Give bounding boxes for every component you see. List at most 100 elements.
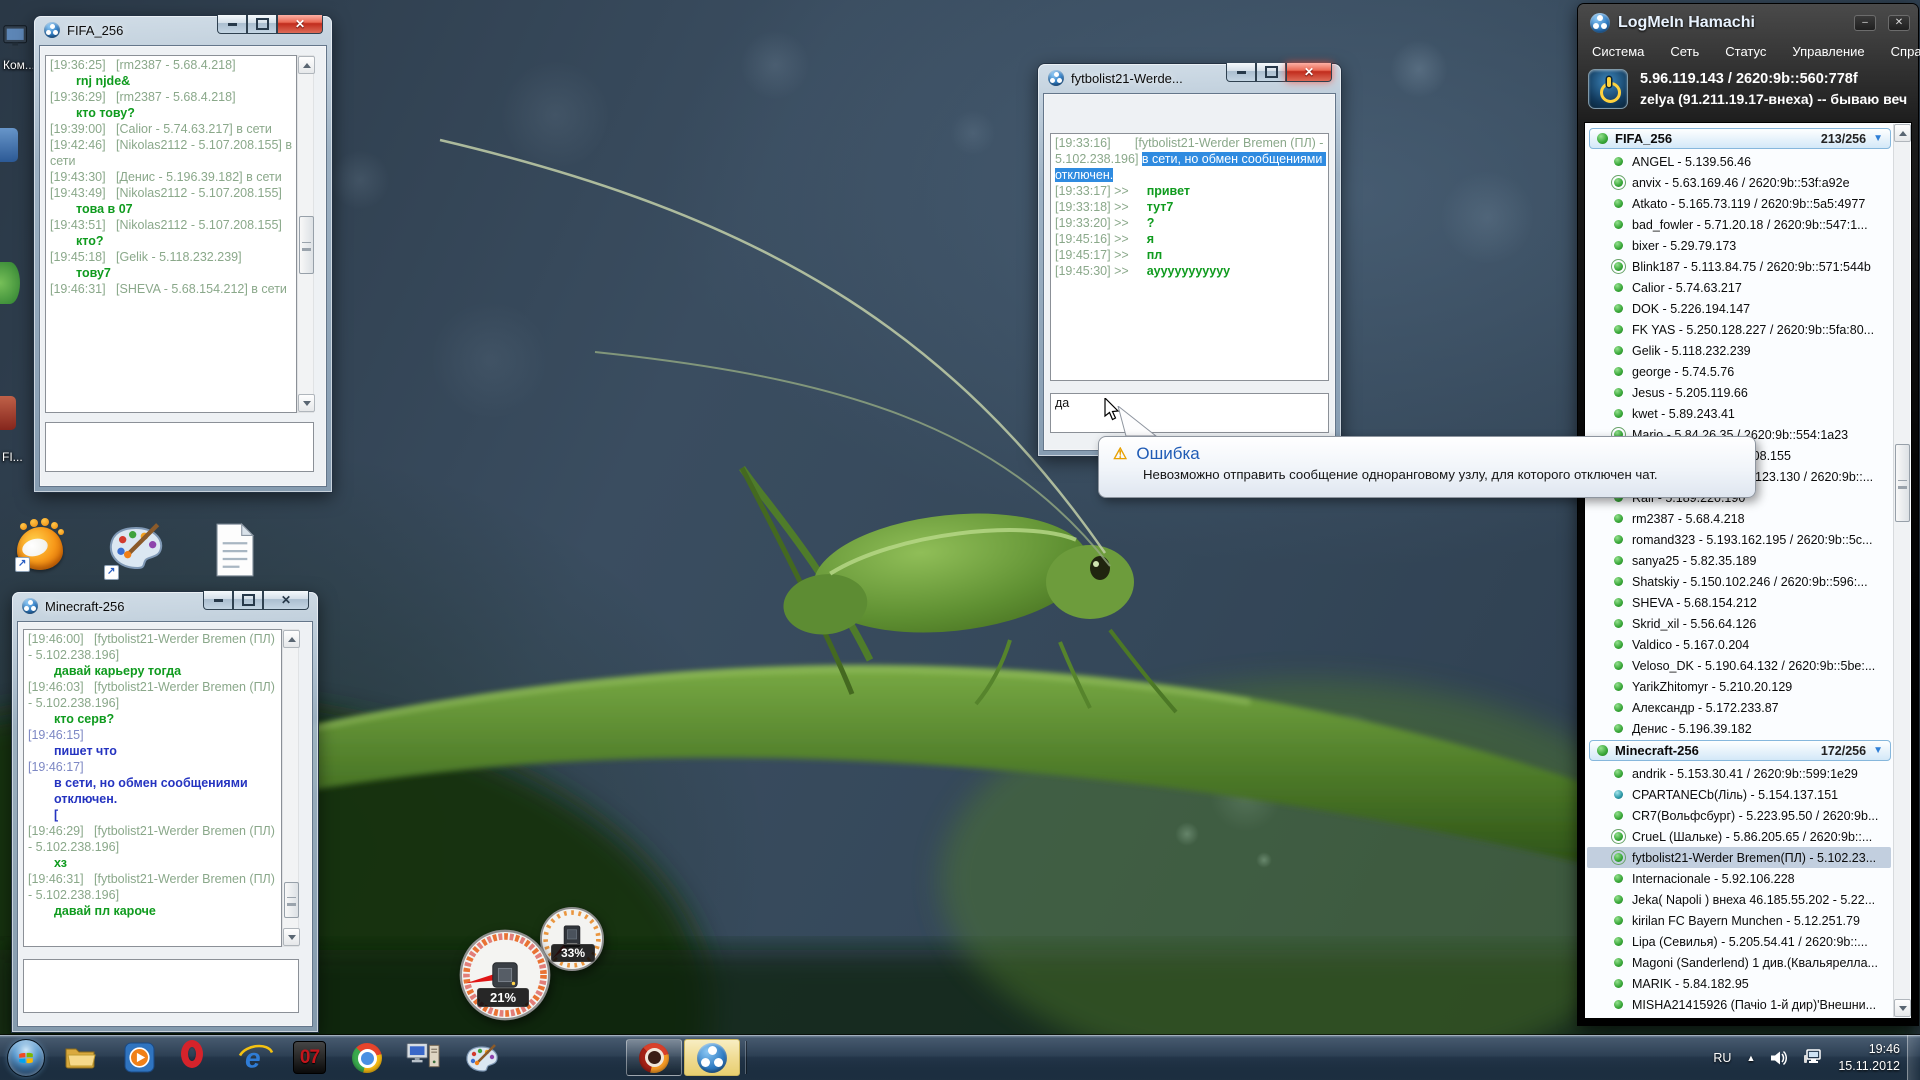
hamachi-minimize-button[interactable]: – bbox=[1854, 15, 1876, 31]
member-row[interactable]: andrik - 5.153.30.41 / 2620:9b::599:1e29 bbox=[1587, 763, 1891, 784]
member-row[interactable]: Blink187 - 5.113.84.75 / 2620:9b::571:54… bbox=[1587, 256, 1891, 277]
member-row[interactable]: Shatskiy - 5.150.102.246 / 2620:9b::596:… bbox=[1587, 571, 1891, 592]
taskbar-explorer-button[interactable] bbox=[64, 1042, 98, 1072]
minimize-button[interactable] bbox=[1226, 63, 1256, 82]
member-row[interactable]: CrueL (Шальке) - 5.86.205.65 / 2620:9b::… bbox=[1587, 826, 1891, 847]
chat-message: [19:46:15]пишет что bbox=[28, 727, 277, 759]
hamachi-close-button[interactable]: ✕ bbox=[1888, 15, 1910, 31]
member-row[interactable]: Gelik - 5.118.232.239 bbox=[1587, 340, 1891, 361]
minimize-button[interactable] bbox=[217, 15, 247, 34]
window-minecraft-chat[interactable]: Minecraft-256 ✕ [19:46:00] [fytbolist21-… bbox=[12, 592, 318, 1032]
member-row[interactable]: kirilan FC Bayern Munchen - 5.12.251.79 bbox=[1587, 910, 1891, 931]
hamachi-list-scrollbar[interactable] bbox=[1893, 124, 1910, 1017]
member-row[interactable]: CPARTANECb(Лiль) - 5.154.137.151 bbox=[1587, 784, 1891, 805]
computer-desktop-icon[interactable] bbox=[2, 22, 36, 61]
minecraft-chat-log[interactable]: [19:46:00] [fytbolist21-Werder Bremen (П… bbox=[23, 629, 282, 947]
member-row[interactable]: Magoni (Sanderlend) 1 див.(Квальярелла..… bbox=[1587, 952, 1891, 973]
member-row[interactable]: Internacionale - 5.92.106.228 bbox=[1587, 868, 1891, 889]
window-hamachi[interactable]: LogMeIn Hamachi – ✕ Система Сеть Статус Упр… bbox=[1578, 4, 1918, 1025]
partial-desktop-icon[interactable] bbox=[0, 262, 20, 304]
fifa-chat-scrollbar[interactable] bbox=[297, 55, 314, 413]
notepad-desktop-icon[interactable] bbox=[212, 522, 258, 583]
member-row[interactable]: MARIK - 5.84.182.95 bbox=[1587, 973, 1891, 994]
member-row[interactable]: FK YAS - 5.250.128.227 / 2620:9b::5fa:80… bbox=[1587, 319, 1891, 340]
member-row[interactable]: bad_fowler - 5.71.20.18 / 2620:9b::547:1… bbox=[1587, 214, 1891, 235]
network-header[interactable]: Minecraft-256172/256▼ bbox=[1589, 740, 1891, 761]
menu-item[interactable]: Система bbox=[1592, 44, 1644, 59]
taskbar-computer-button[interactable] bbox=[406, 1041, 441, 1073]
minecraft-message-input[interactable] bbox=[23, 959, 299, 1013]
member-row[interactable]: george - 5.74.5.76 bbox=[1587, 361, 1891, 382]
member-row[interactable]: Veloso_DK - 5.190.64.132 / 2620:9b::5be:… bbox=[1587, 655, 1891, 676]
taskbar-internet-explorer-button[interactable]: e bbox=[238, 1042, 274, 1073]
network-icon[interactable] bbox=[1803, 1049, 1823, 1066]
menu-item[interactable]: Справка bbox=[1891, 44, 1920, 59]
language-indicator[interactable]: RU bbox=[1713, 1051, 1731, 1065]
member-row[interactable]: ANGEL - 5.139.56.46 bbox=[1587, 151, 1891, 172]
member-row[interactable]: fytbolist21-Werder Bremen(ПЛ) - 5.102.23… bbox=[1587, 847, 1891, 868]
peer-status-icon bbox=[1611, 955, 1626, 970]
taskbar-chromium-red-button[interactable] bbox=[626, 1039, 682, 1076]
fifa-message-input[interactable] bbox=[45, 422, 314, 472]
member-row[interactable]: Skrid_xil - 5.56.64.126 bbox=[1587, 613, 1891, 634]
member-row[interactable]: YarikZhitomyr - 5.210.20.129 bbox=[1587, 676, 1891, 697]
member-row[interactable]: Денис - 5.196.39.182 bbox=[1587, 718, 1891, 739]
tray-clock[interactable]: 19:46 15.11.2012 bbox=[1838, 1041, 1900, 1074]
taskbar-opera-button[interactable] bbox=[181, 1040, 203, 1068]
network-header[interactable]: FIFA_256213/256▼ bbox=[1589, 128, 1891, 149]
member-row[interactable]: CR7(Вольфсбург) - 5.223.95.50 / 2620:9b.… bbox=[1587, 805, 1891, 826]
partial-desktop-icon[interactable] bbox=[0, 128, 18, 162]
gom-player-desktop-icon[interactable] bbox=[17, 527, 63, 570]
paint-desktop-icon[interactable] bbox=[106, 523, 166, 578]
menu-item[interactable]: Статус bbox=[1725, 44, 1766, 59]
window-fytbolist-chat[interactable]: fytbolist21-Werde... ✕ [19:33:16] [fytbo… bbox=[1038, 64, 1341, 456]
power-button[interactable] bbox=[1588, 69, 1628, 109]
member-row[interactable]: Lipa (Севилья) - 5.205.54.41 / 2620:9b::… bbox=[1587, 931, 1891, 952]
member-row[interactable]: romand323 - 5.193.162.195 / 2620:9b::5c.… bbox=[1587, 529, 1891, 550]
network-member-count: 172/256 bbox=[1821, 744, 1866, 758]
member-row[interactable]: DOK - 5.226.194.147 bbox=[1587, 298, 1891, 319]
close-button[interactable]: ✕ bbox=[263, 591, 309, 610]
cpu-meter-gadget[interactable] bbox=[458, 928, 552, 1022]
hamachi-titlebar[interactable]: LogMeIn Hamachi – ✕ bbox=[1578, 4, 1918, 38]
taskbar-fifa07-button[interactable]: 07 bbox=[293, 1041, 326, 1074]
member-row[interactable]: anvix - 5.63.169.46 / 2620:9b::53f:a92e bbox=[1587, 172, 1891, 193]
minimize-button[interactable] bbox=[203, 591, 233, 610]
member-row[interactable]: Calior - 5.74.63.217 bbox=[1587, 277, 1891, 298]
member-row[interactable]: sanya25 - 5.82.35.189 bbox=[1587, 550, 1891, 571]
taskbar-chrome-button[interactable] bbox=[352, 1043, 382, 1073]
member-row[interactable]: kwet - 5.89.243.41 bbox=[1587, 403, 1891, 424]
member-row[interactable]: Atkato - 5.165.73.119 / 2620:9b::5a5:497… bbox=[1587, 193, 1891, 214]
member-row[interactable]: Александр - 5.172.233.87 bbox=[1587, 697, 1891, 718]
maximize-button[interactable] bbox=[247, 15, 277, 34]
hidden-icons-arrow[interactable]: ▲ bbox=[1746, 1053, 1755, 1063]
start-button[interactable] bbox=[6, 1038, 46, 1078]
taskbar-hamachi-button[interactable] bbox=[684, 1039, 740, 1076]
member-row[interactable]: Valdico - 5.167.0.204 bbox=[1587, 634, 1891, 655]
maximize-button[interactable] bbox=[1256, 63, 1286, 82]
member-row[interactable]: MISHA21415926 (Пачіо 1-й дир)'Внешни... bbox=[1587, 994, 1891, 1015]
member-row[interactable]: bixer - 5.29.79.173 bbox=[1587, 235, 1891, 256]
close-button[interactable]: ✕ bbox=[1286, 63, 1332, 82]
taskbar-paint-button[interactable] bbox=[464, 1044, 500, 1074]
show-desktop-button[interactable] bbox=[1907, 1035, 1920, 1080]
fifa-chat-log[interactable]: [19:36:25] [rm2387 - 5.68.4.218]rnj njde… bbox=[45, 55, 297, 413]
minecraft-chat-scrollbar[interactable] bbox=[282, 629, 299, 947]
member-row[interactable]: Jesus - 5.205.119.66 bbox=[1587, 382, 1891, 403]
member-name-ip: YarikZhitomyr - 5.210.20.129 bbox=[1632, 680, 1792, 694]
member-row[interactable]: Jeka( Napoli ) внеха 46.185.55.202 - 5.2… bbox=[1587, 889, 1891, 910]
member-row[interactable]: rm2387 - 5.68.4.218 bbox=[1587, 508, 1891, 529]
close-button[interactable]: ✕ bbox=[277, 15, 323, 34]
fytbolist-message-input[interactable]: да bbox=[1050, 393, 1329, 433]
partial-desktop-icon[interactable] bbox=[0, 396, 16, 430]
peer-status-dot bbox=[1614, 577, 1623, 586]
menu-item[interactable]: Управление bbox=[1792, 44, 1864, 59]
volume-icon[interactable] bbox=[1770, 1050, 1788, 1066]
member-row[interactable]: SHEVA - 5.68.154.212 bbox=[1587, 592, 1891, 613]
maximize-button[interactable] bbox=[233, 591, 263, 610]
fytbolist-chat-log[interactable]: [19:33:16] [fytbolist21-Werder Bremen (П… bbox=[1050, 133, 1329, 381]
window-fifa-chat[interactable]: FIFA_256 ✕ [19:36:25] [rm2387 - 5.68.4.2… bbox=[34, 16, 332, 492]
hamachi-network-list[interactable]: FIFA_256213/256▼ANGEL - 5.139.56.46anvix… bbox=[1584, 122, 1912, 1019]
taskbar-media-player-button[interactable] bbox=[124, 1042, 155, 1073]
menu-item[interactable]: Сеть bbox=[1670, 44, 1699, 59]
